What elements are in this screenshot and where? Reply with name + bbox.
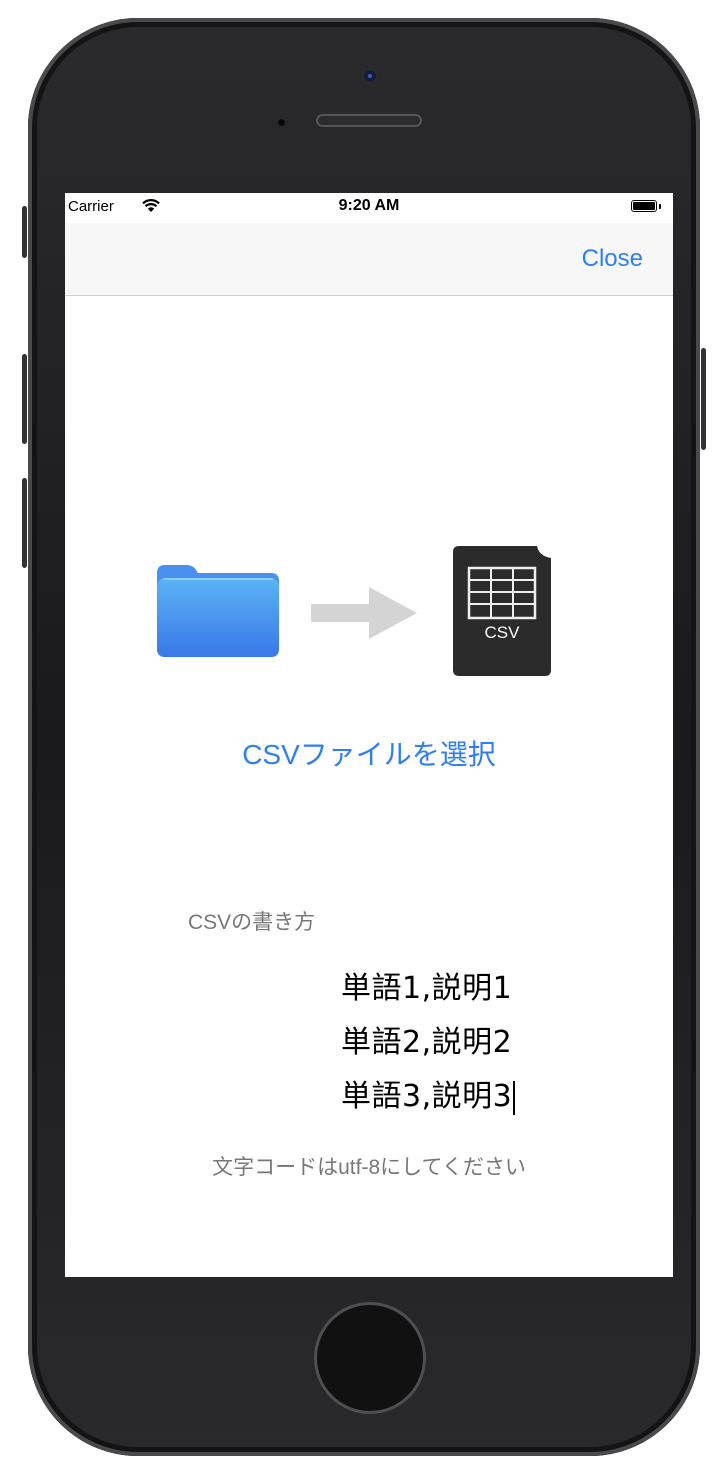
text-cursor — [513, 1080, 516, 1115]
screen: Carrier 9:20 AM Close CSV CSVファイルを選択 CSV… — [65, 193, 673, 1277]
csv-example-line-2: 単語2,説明2 — [341, 1025, 513, 1060]
csv-file-icon: CSV — [453, 546, 551, 676]
csv-format-title: CSVの書き方 — [188, 911, 316, 934]
csv-badge-label: CSV — [485, 623, 521, 642]
status-bar: Carrier 9:20 AM — [65, 193, 673, 223]
power-button — [701, 348, 706, 450]
battery-tip — [659, 204, 661, 209]
mute-switch — [22, 206, 27, 258]
arrow-right-icon — [311, 587, 417, 639]
folder-icon[interactable] — [157, 563, 279, 659]
csv-example-line-3: 単語3,説明3 — [341, 1071, 516, 1115]
csv-example-line-1: 単語1,説明1 — [341, 971, 513, 1006]
home-button[interactable] — [314, 1302, 426, 1414]
status-time: 9:20 AM — [338, 197, 400, 214]
front-camera — [362, 68, 378, 84]
volume-down-button — [22, 478, 27, 568]
close-button[interactable]: Close — [582, 245, 643, 273]
select-csv-file-button[interactable]: CSVファイルを選択 — [65, 733, 673, 773]
proximity-sensor — [278, 119, 285, 126]
battery-icon — [631, 200, 657, 212]
encoding-note: 文字コードはutf-8にしてください — [212, 1156, 526, 1179]
navigation-bar: Close — [65, 223, 673, 296]
csv-example-line-3-text: 単語3,説明3 — [341, 1079, 513, 1114]
earpiece-speaker — [316, 114, 422, 127]
volume-up-button — [22, 354, 27, 444]
